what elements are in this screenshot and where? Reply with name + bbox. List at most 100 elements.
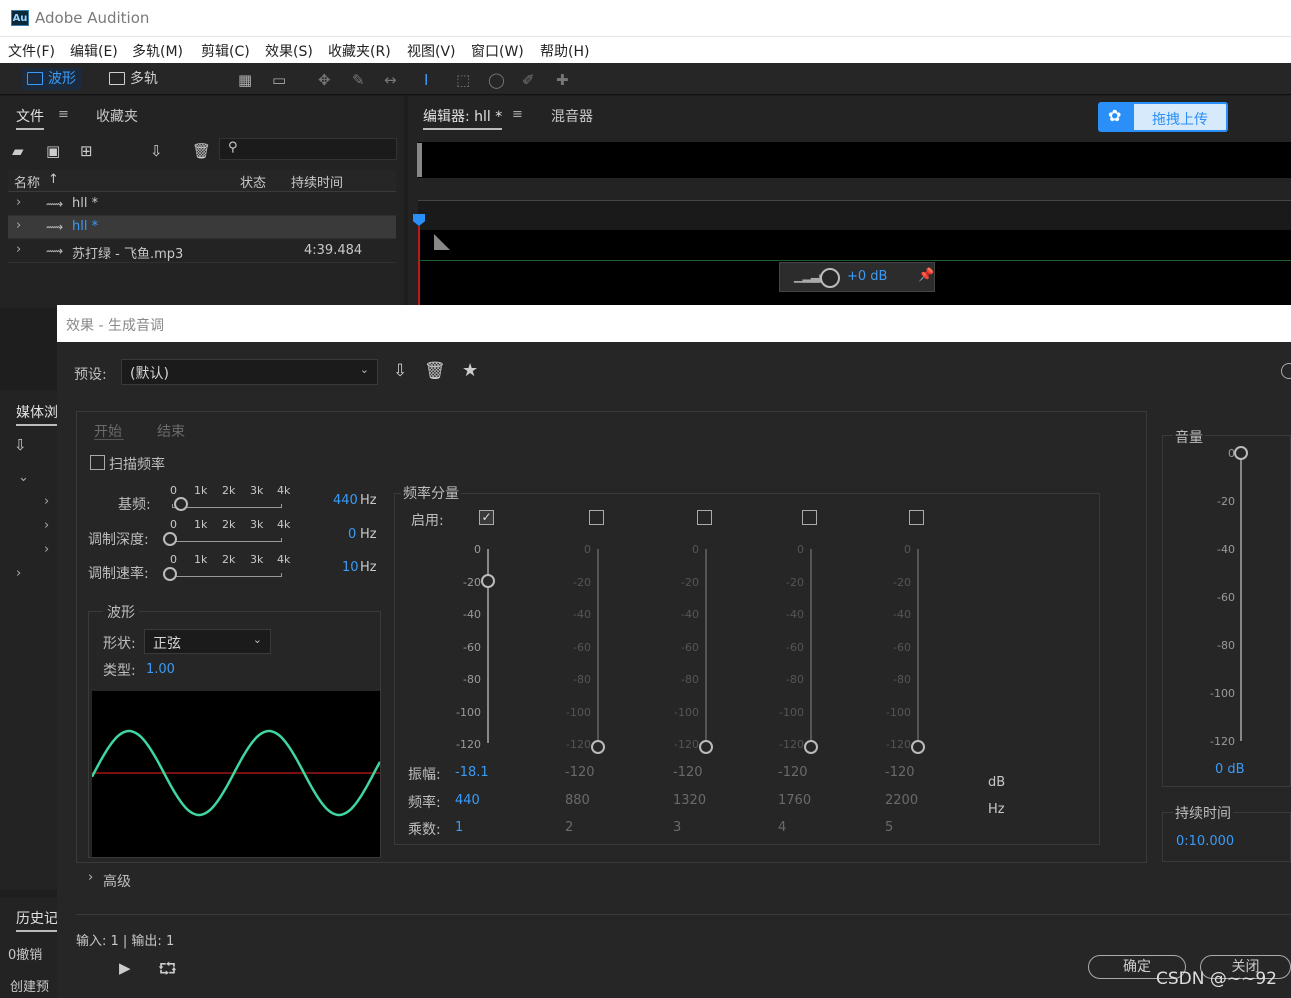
overview-handle[interactable] [417, 143, 422, 177]
waveform-view-button[interactable]: 波形 [22, 68, 82, 90]
delete-icon[interactable]: 🗑 [192, 142, 211, 160]
expand-icon[interactable]: ⌄ [18, 470, 29, 485]
amplitude-slider-track[interactable] [917, 549, 919, 743]
menu-effects[interactable]: 效果(S) [265, 41, 313, 61]
preset-select[interactable]: (默认) ⌄ [121, 359, 378, 385]
column-name[interactable]: 名称 [14, 172, 40, 191]
play-icon[interactable]: ▶ [119, 959, 131, 977]
expand-icon[interactable]: › [16, 242, 21, 257]
duration-value[interactable]: 0:10.000 [1176, 834, 1234, 849]
amplitude-slider-track[interactable] [810, 549, 812, 743]
file-search-input[interactable]: ⚲ [219, 138, 397, 160]
amplitude-knob[interactable] [911, 740, 925, 754]
history-item[interactable]: 创建预 [10, 976, 49, 995]
component-amplitude[interactable]: -120 [673, 765, 703, 780]
razor-tool-icon[interactable]: ✎ [352, 71, 365, 89]
component-amplitude[interactable]: -18.1 [455, 765, 489, 780]
open-folder-icon[interactable]: ▰ [12, 142, 24, 160]
amplitude-knob[interactable] [591, 740, 605, 754]
favorite-star-icon[interactable]: ★ [462, 360, 478, 381]
expand-icon[interactable]: › [16, 218, 21, 233]
upload-button[interactable]: ✿ 拖拽上传 [1098, 102, 1228, 132]
loop-icon[interactable]: ⮔ [158, 958, 177, 985]
tab-history[interactable]: 历史记 [16, 908, 58, 932]
component-multiplier[interactable]: 3 [673, 820, 681, 835]
mod-depth-value[interactable]: 0 [348, 527, 356, 542]
amplitude-slider-track[interactable] [597, 549, 599, 743]
panel-menu-icon[interactable]: ≡ [58, 107, 69, 122]
component-enable-checkbox[interactable] [697, 510, 712, 525]
component-multiplier[interactable]: 2 [565, 820, 573, 835]
file-row[interactable]: › ⟿ hll * [8, 216, 396, 239]
menu-help[interactable]: 帮助(H) [540, 41, 589, 61]
component-amplitude[interactable]: -120 [778, 765, 808, 780]
brush-tool-icon[interactable]: ✐ [522, 71, 535, 89]
menu-favorites[interactable]: 收藏夹(R) [328, 41, 391, 61]
component-enable-checkbox[interactable] [909, 510, 924, 525]
volume-value[interactable]: 0 dB [1215, 762, 1245, 777]
component-frequency[interactable]: 880 [565, 793, 590, 808]
pin-icon[interactable]: 📌 [918, 268, 934, 283]
mod-rate-value[interactable]: 10 [342, 560, 359, 575]
sweep-frequency-checkbox[interactable] [90, 455, 105, 470]
column-status[interactable]: 状态 [240, 172, 266, 191]
slip-tool-icon[interactable]: ↔ [384, 71, 397, 89]
tab-end[interactable]: 结束 [157, 421, 185, 441]
spot-healing-icon[interactable]: ✚ [556, 71, 569, 89]
component-multiplier[interactable]: 1 [455, 820, 463, 835]
save-preset-icon[interactable]: ⇩ [393, 361, 407, 381]
slider-knob[interactable] [163, 567, 177, 581]
volume-slider-track[interactable] [1240, 453, 1242, 741]
pitch-display-icon[interactable]: ▭ [272, 71, 286, 89]
component-frequency[interactable]: 1760 [778, 793, 811, 808]
new-file-icon[interactable]: ⊞ [80, 142, 93, 160]
expand-icon[interactable]: › [44, 518, 49, 533]
component-frequency[interactable]: 440 [455, 793, 480, 808]
slider-knob[interactable] [174, 497, 188, 511]
file-row[interactable]: › ⟿ hll * [8, 193, 396, 216]
menu-view[interactable]: 视图(V) [407, 41, 456, 61]
tab-files[interactable]: 文件 [16, 106, 44, 130]
menu-clip[interactable]: 剪辑(C) [201, 41, 250, 61]
file-row[interactable]: › ⟿ 苏打绿 - 飞鱼.mp3 4:39.484 [8, 240, 396, 263]
type-value[interactable]: 1.00 [146, 662, 175, 677]
power-icon[interactable] [1281, 363, 1291, 379]
component-multiplier[interactable]: 4 [778, 820, 786, 835]
menu-file[interactable]: 文件(F) [8, 41, 55, 61]
component-enable-checkbox[interactable]: ✓ [479, 510, 494, 525]
column-duration[interactable]: 持续时间 [291, 172, 343, 191]
multitrack-view-button[interactable]: 多轨 [104, 68, 164, 90]
amplitude-slider-track[interactable] [705, 549, 707, 743]
volume-knob[interactable] [1234, 446, 1248, 460]
advanced-expand-icon[interactable]: › [88, 870, 93, 885]
gain-knob[interactable] [820, 268, 840, 288]
delete-preset-icon[interactable]: 🗑 [424, 361, 446, 381]
component-enable-checkbox[interactable] [589, 510, 604, 525]
timeline-ruler[interactable] [418, 200, 1291, 230]
expand-icon[interactable]: › [16, 195, 21, 210]
menu-edit[interactable]: 编辑(E) [70, 41, 118, 61]
time-selection-tool-icon[interactable]: I [424, 71, 428, 89]
expand-icon[interactable]: › [44, 494, 49, 509]
slider-knob[interactable] [163, 532, 177, 546]
shape-select[interactable]: 正弦 ⌄ [144, 629, 271, 654]
tab-favorites[interactable]: 收藏夹 [96, 106, 138, 126]
amplitude-knob[interactable] [699, 740, 713, 754]
expand-icon[interactable]: › [44, 542, 49, 557]
gain-value[interactable]: +0 dB [847, 269, 887, 284]
component-amplitude[interactable]: -120 [565, 765, 595, 780]
dialog-title-bar[interactable]: 效果 - 生成音调 [57, 305, 1291, 342]
spectral-display-icon[interactable]: ▦ [238, 71, 252, 89]
menu-window[interactable]: 窗口(W) [471, 41, 524, 61]
tab-media-browser[interactable]: 媒体浏 [16, 402, 58, 426]
component-frequency[interactable]: 1320 [673, 793, 706, 808]
marquee-tool-icon[interactable]: ⬚ [456, 71, 470, 89]
editor-menu-icon[interactable]: ≡ [512, 107, 523, 122]
tab-mixer[interactable]: 混音器 [551, 106, 593, 126]
tab-editor[interactable]: 编辑器: hll * [423, 106, 503, 130]
base-frequency-value[interactable]: 440 [333, 493, 358, 508]
component-enable-checkbox[interactable] [802, 510, 817, 525]
amplitude-knob[interactable] [804, 740, 818, 754]
component-frequency[interactable]: 2200 [885, 793, 918, 808]
overview-bar[interactable] [418, 142, 1291, 178]
